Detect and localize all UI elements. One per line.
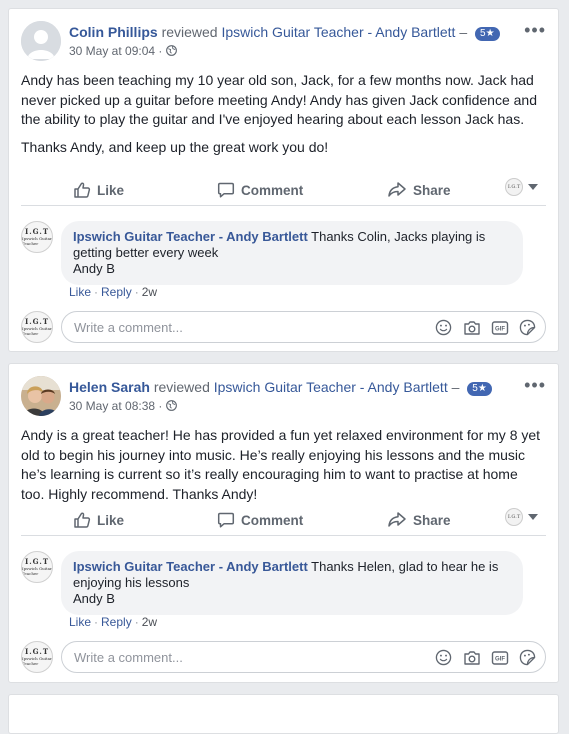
like-button[interactable]: Like (73, 178, 124, 202)
comment-author[interactable]: Ipswich Guitar Teacher - Andy Bartlett (73, 229, 308, 244)
comment-author[interactable]: Ipswich Guitar Teacher - Andy Bartlett (73, 559, 308, 574)
more-icon[interactable]: ••• (524, 21, 546, 39)
post-paragraph: Thanks Andy, and keep up the great work … (21, 138, 329, 155)
author-name[interactable]: Colin Phillips (69, 24, 158, 40)
camera-icon[interactable] (462, 318, 481, 337)
page-avatar: I.G.T Ipswich Guitar Teacher (21, 641, 53, 673)
author-name[interactable]: Helen Sarah (69, 379, 150, 395)
more-icon[interactable]: ••• (524, 376, 546, 394)
comment-label: Comment (241, 512, 304, 528)
comment-meta: Like · Reply · 2w (69, 615, 158, 629)
comment-meta: Like · Reply · 2w (69, 285, 158, 299)
reviewed-label: reviewed (153, 379, 210, 395)
comment-placeholder: Write a comment... (74, 650, 183, 665)
chevron-down-icon (528, 514, 538, 520)
comment-label: Comment (241, 182, 304, 198)
globe-icon (165, 400, 177, 411)
comment-button[interactable]: Comment (217, 178, 303, 202)
like-label: Like (97, 182, 125, 198)
globe-icon (165, 45, 177, 56)
like-button[interactable]: Like (73, 508, 124, 532)
post-paragraph: Andy has been teaching my 10 year old so… (21, 72, 538, 127)
post-paragraph: Andy is a great teacher! He has provided… (21, 427, 541, 502)
post-header: Helen Sarah reviewed Ipswich Guitar Teac… (21, 376, 546, 418)
timestamp[interactable]: 30 May at 08:38 · (69, 399, 166, 413)
comment-reply-link[interactable]: Reply (101, 285, 132, 299)
share-button[interactable]: Share (387, 178, 451, 202)
timestamp[interactable]: 30 May at 09:04 · (69, 44, 166, 58)
comment-signature: Andy B (73, 591, 115, 606)
emoji-icon[interactable] (434, 648, 453, 667)
action-bar: Like Comment Share I.G.T (21, 176, 546, 206)
gif-icon[interactable]: GIF (490, 318, 509, 337)
sticker-icon[interactable] (518, 648, 537, 667)
comment-icon (217, 512, 235, 528)
camera-icon[interactable] (462, 648, 481, 667)
comment-composer: I.G.T Ipswich Guitar Teacher Write a com… (21, 641, 546, 675)
share-label: Share (413, 182, 451, 198)
post-body: Andy has been teaching my 10 year old so… (21, 71, 544, 157)
comment-signature: Andy B (73, 261, 115, 276)
comment-bubble: Ipswich Guitar Teacher - Andy Bartlett T… (61, 221, 523, 285)
page-avatar[interactable]: I.G.T Ipswich Guitar Teacher (21, 551, 53, 583)
comment: I.G.T Ipswich Guitar Teacher Ipswich Gui… (21, 551, 546, 631)
dash: – (447, 379, 460, 395)
comment-reply-link[interactable]: Reply (101, 615, 132, 629)
chevron-down-icon (528, 184, 538, 190)
action-bar: Like Comment Share I.G.T (21, 506, 546, 536)
post-header: Colin Phillips reviewed Ipswich Guitar T… (21, 21, 546, 63)
page-avatar[interactable]: I.G.T Ipswich Guitar Teacher (21, 221, 53, 253)
page-logo-icon: I.G.T (505, 508, 523, 526)
comment-input[interactable]: Write a comment... GIF (61, 641, 546, 673)
avatar[interactable] (21, 21, 61, 61)
like-icon (74, 182, 91, 198)
comment-placeholder: Write a comment... (74, 320, 183, 335)
page-link[interactable]: Ipswich Guitar Teacher - Andy Bartlett (221, 24, 455, 40)
comment-age[interactable]: 2w (142, 285, 157, 299)
post-body: Andy is a great teacher! He has provided… (21, 426, 544, 504)
comment: I.G.T Ipswich Guitar Teacher Ipswich Gui… (21, 221, 546, 301)
rating-badge: 5★ (475, 27, 500, 41)
comment-bubble: Ipswich Guitar Teacher - Andy Bartlett T… (61, 551, 523, 615)
page-logo-icon: I.G.T (505, 178, 523, 196)
emoji-icon[interactable] (434, 318, 453, 337)
review-card: Colin Phillips reviewed Ipswich Guitar T… (8, 8, 559, 352)
like-label: Like (97, 512, 125, 528)
page-link[interactable]: Ipswich Guitar Teacher - Andy Bartlett (214, 379, 448, 395)
comment-age[interactable]: 2w (142, 615, 157, 629)
sticker-icon[interactable] (518, 318, 537, 337)
comment-input[interactable]: Write a comment... GIF (61, 311, 546, 343)
comment-composer: I.G.T Ipswich Guitar Teacher Write a com… (21, 311, 546, 345)
comment-like-link[interactable]: Like (69, 285, 91, 299)
svg-text:GIF: GIF (495, 326, 505, 332)
dash: – (455, 24, 468, 40)
comment-icon (217, 182, 235, 198)
page-avatar: I.G.T Ipswich Guitar Teacher (21, 311, 53, 343)
share-button[interactable]: Share (387, 508, 451, 532)
share-icon (388, 512, 406, 527)
like-icon (74, 512, 91, 528)
review-card (8, 694, 559, 734)
post-as-selector[interactable]: I.G.T (505, 178, 538, 196)
comment-like-link[interactable]: Like (69, 615, 91, 629)
svg-text:GIF: GIF (495, 656, 505, 662)
avatar[interactable] (21, 376, 61, 416)
profile-photo-icon (21, 376, 61, 416)
review-card: Helen Sarah reviewed Ipswich Guitar Teac… (8, 363, 559, 683)
post-as-selector[interactable]: I.G.T (505, 508, 538, 526)
share-icon (388, 182, 406, 197)
gif-icon[interactable]: GIF (490, 648, 509, 667)
rating-badge: 5★ (467, 382, 492, 396)
share-label: Share (413, 512, 451, 528)
reviewed-label: reviewed (161, 24, 218, 40)
comment-button[interactable]: Comment (217, 508, 303, 532)
default-avatar-icon (21, 21, 61, 61)
